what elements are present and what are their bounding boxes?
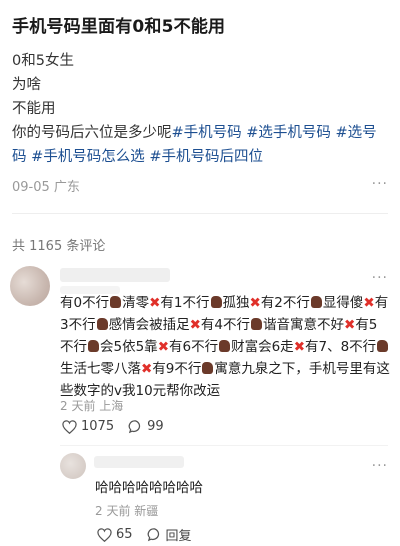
comment-segment: 谐音寓意不好 [263,317,344,333]
post-body-prefix: 你的号码后六位是多少呢 [12,125,172,141]
hashtag-link[interactable]: #手机号码怎么选 [31,149,145,165]
comment-segment: 会5依5靠 [100,339,158,355]
comment-segment: 显得傻 [322,295,364,311]
comment-bubble-icon [147,528,159,542]
reply-avatar[interactable] [60,453,86,479]
comment-segment: 有1不行 [160,295,210,311]
comment-more-button[interactable]: ··· [372,270,388,286]
comment-bubble-icon [128,420,141,434]
comment-actions: 1075 99 [62,419,178,434]
post-meta: 09-05 广东 [12,176,80,195]
fist-icon [251,318,262,330]
post-line: 为啥 [12,77,41,93]
cross-icon: ✖ [157,339,169,355]
cross-icon: ✖ [249,295,261,311]
comment-segment: 财富会6走 [231,339,294,355]
reply-meta: 2 天前 新疆 [95,502,158,519]
comment-segment: 有0不行 [60,295,110,311]
hashtag-link[interactable]: #手机号码 [172,125,242,141]
comment-segment: 有9不行 [152,361,202,377]
post-date: 09-05 [12,180,50,195]
reply-like-button[interactable]: 65 [97,527,133,542]
post-body: 0和5女生 为啥 不能用 你的号码后六位是多少呢#手机号码 #选手机号码 #选号… [12,49,388,169]
reply-time: 2 天前 [95,504,131,518]
avatar[interactable] [10,266,50,306]
username-blurred[interactable] [60,268,170,282]
fist-icon [219,340,231,352]
comment-segment: 清零 [122,295,150,311]
post-title: 手机号码里面有0和5不能用 [12,17,226,37]
hashtag-link[interactable]: #手机号码后四位 [149,149,263,165]
cross-icon: ✖ [344,317,356,333]
cross-icon: ✖ [189,317,201,333]
fist-icon [377,340,389,352]
reply-actions: 65 回复 [97,525,206,544]
reply-button[interactable]: 回复 [147,525,192,544]
hashtag-link[interactable]: #选手机号码 [246,125,331,141]
reply-count-button[interactable]: 99 [128,419,164,434]
divider [12,213,388,214]
cross-icon: ✖ [149,295,161,311]
reply-more-button[interactable]: ··· [372,458,388,474]
post-location: 广东 [53,180,80,195]
cross-icon: ✖ [363,295,375,311]
comment-meta: 2 天前 上海 [60,397,123,414]
reply-text: 哈哈哈哈哈哈哈哈 [95,480,203,496]
reply-count: 99 [147,419,164,434]
comment-time: 2 天前 [60,399,96,413]
reply-like-count: 65 [116,527,133,542]
fist-icon [88,340,99,352]
post-more-button[interactable]: ··· [372,176,388,192]
comment-segment: 有4不行 [200,317,250,333]
post-tags-line: 你的号码后六位是多少呢#手机号码 #选手机号码 #选号码 #手机号码怎么选 #手… [12,121,388,169]
comment-segment: 有2不行 [260,295,310,311]
cross-icon: ✖ [293,339,305,355]
cross-icon: ✖ [141,361,153,377]
post-line: 不能用 [12,101,56,117]
like-button[interactable]: 1075 [62,419,114,434]
reply-username-blurred[interactable] [94,456,184,468]
comment-location: 上海 [99,399,124,413]
post-line: 0和5女生 [12,53,74,69]
reply-divider [60,445,388,446]
like-count: 1075 [81,419,115,434]
comment-text: 有0不行 清零✖有1不行 孤独✖有2不行 显得傻✖有3不行 感情会被插足✖有4不行 谐音寓… [60,292,390,402]
reply-label: 回复 [165,529,192,544]
comment-segment: 有7、8不行 [305,339,377,355]
comments-count: 共 1165 条评论 [12,239,106,254]
heart-icon [97,527,112,542]
reply-location: 新疆 [134,504,159,518]
fist-icon [202,362,214,374]
fist-icon [310,296,322,308]
comment-segment: 感情会被插足 [108,317,190,333]
fist-icon [110,296,122,308]
comment-segment: 生活七零八落 [60,361,141,377]
comment-segment: 孤独 [222,295,250,311]
fist-icon [210,296,222,308]
comment-segment: 有6不行 [169,339,219,355]
fist-icon [96,318,108,330]
heart-icon [62,419,77,434]
